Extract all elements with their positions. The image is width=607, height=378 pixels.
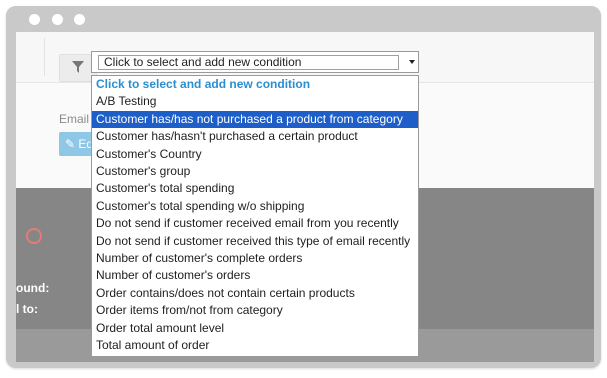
condition-select-value: Click to select and add new condition	[98, 55, 399, 70]
window-close-button[interactable]	[29, 14, 40, 25]
chevron-down-icon[interactable]	[409, 60, 415, 64]
option-purchased-from-category[interactable]: Customer has/has not purchased a product…	[92, 110, 418, 129]
option-customer-group[interactable]: Customer's group	[92, 163, 418, 180]
filter-icon	[72, 61, 84, 73]
option-placeholder[interactable]: Click to select and add new condition	[92, 76, 418, 93]
window-minimize-button[interactable]	[52, 14, 63, 25]
option-order-items-category[interactable]: Order items from/not from category	[92, 302, 418, 319]
edit-button-label: ✎ Ed	[65, 137, 94, 151]
condition-select[interactable]: Click to select and add new condition	[91, 51, 419, 73]
option-customer-country[interactable]: Customer's Country	[92, 146, 418, 163]
title-bar	[6, 6, 601, 32]
divider	[44, 38, 45, 76]
option-received-email-recently[interactable]: Do not send if customer received email f…	[92, 215, 418, 232]
option-order-contains-products[interactable]: Order contains/does not contain certain …	[92, 285, 418, 302]
option-total-spending[interactable]: Customer's total spending	[92, 180, 418, 197]
option-complete-orders[interactable]: Number of customer's complete orders	[92, 250, 418, 267]
option-total-amount[interactable]: Total amount of order	[92, 337, 418, 354]
option-total-spending-no-shipping[interactable]: Customer's total spending w/o shipping	[92, 198, 418, 215]
circle-icon	[26, 228, 42, 244]
found-label: ound:	[16, 281, 50, 295]
option-order-total-level[interactable]: Order total amount level	[92, 320, 418, 337]
window-maximize-button[interactable]	[74, 14, 85, 25]
sent-to-label: l to:	[16, 302, 38, 316]
option-ab-testing[interactable]: A/B Testing	[92, 93, 418, 110]
option-received-type-recently[interactable]: Do not send if customer received this ty…	[92, 233, 418, 250]
option-customer-orders[interactable]: Number of customer's orders	[92, 267, 418, 284]
option-purchased-certain-product[interactable]: Customer has/hasn't purchased a certain …	[92, 128, 418, 145]
condition-options-list: Click to select and add new condition A/…	[91, 75, 419, 357]
